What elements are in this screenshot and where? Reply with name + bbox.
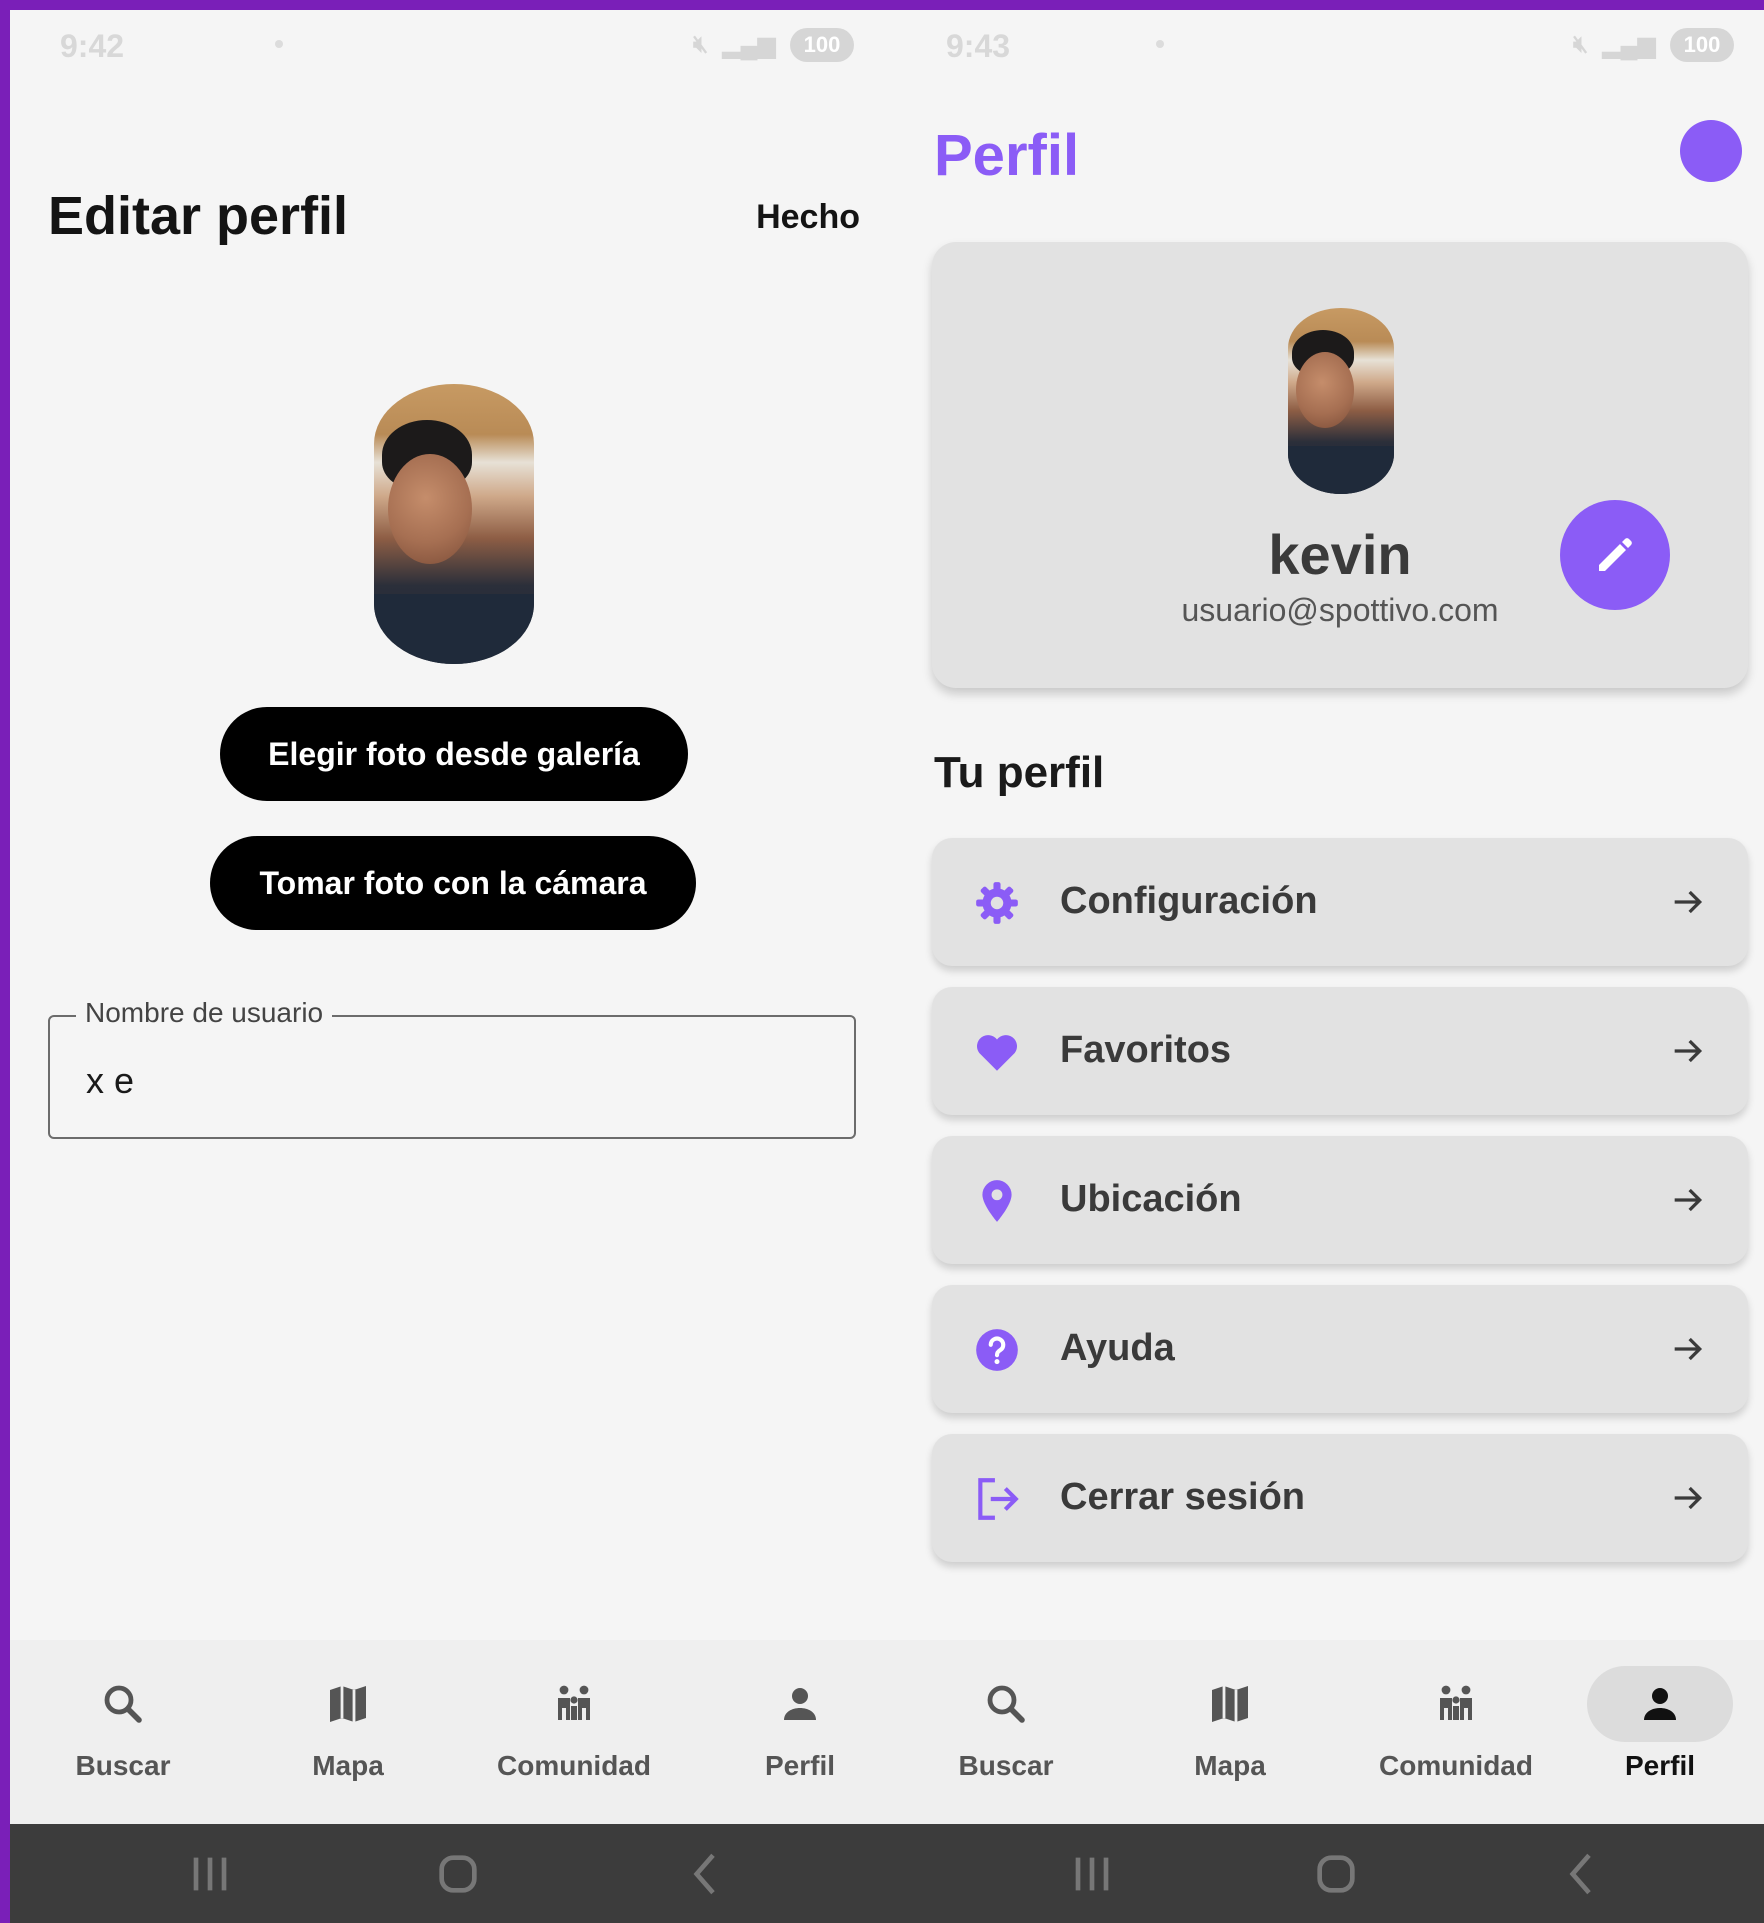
menu-item-ayuda[interactable]: Ayuda xyxy=(932,1285,1748,1413)
nav-comunidad[interactable]: Comunidad xyxy=(474,1640,674,1824)
nav-label: Buscar xyxy=(75,1750,171,1781)
nav-mapa[interactable]: Mapa xyxy=(1130,1640,1330,1824)
battery-icon: 100 xyxy=(1670,28,1734,62)
status-time: 9:43 xyxy=(946,28,1011,64)
person-icon xyxy=(1644,1688,1676,1720)
nav-buscar[interactable]: Buscar xyxy=(906,1640,1106,1824)
notification-dot-icon xyxy=(275,40,283,48)
person-icon xyxy=(784,1688,816,1720)
profile-photo xyxy=(374,384,534,664)
status-time: 9:42 xyxy=(60,28,125,64)
menu-item-label: Cerrar sesión xyxy=(1060,1476,1306,1518)
username-label: Nombre de usuario xyxy=(76,997,333,1029)
avatar[interactable] xyxy=(1680,120,1742,182)
take-photo-button[interactable]: Tomar foto con la cámara xyxy=(210,836,696,930)
profile-card: kevin usuario@spottivo.com xyxy=(932,242,1748,688)
done-button[interactable]: Hecho xyxy=(756,198,860,237)
nav-label: Comunidad xyxy=(497,1750,651,1781)
username-input[interactable] xyxy=(84,1059,788,1103)
nav-label: Perfil xyxy=(764,1750,836,1781)
menu-item-ubicacion[interactable]: Ubicación xyxy=(932,1136,1748,1264)
menu-item-favoritos[interactable]: Favoritos xyxy=(932,987,1748,1115)
menu-item-label: Configuración xyxy=(1060,880,1318,922)
nav-buscar[interactable]: Buscar xyxy=(23,1640,223,1824)
menu-item-cerrar-sesion[interactable]: Cerrar sesión xyxy=(932,1434,1748,1562)
nav-mapa[interactable]: Mapa xyxy=(248,1640,448,1824)
nav-label: Mapa xyxy=(312,1750,384,1781)
page-title: Editar perfil xyxy=(48,186,349,246)
system-navigation-bar xyxy=(894,1824,1764,1923)
back-icon[interactable] xyxy=(678,1846,734,1902)
arrow-right-icon xyxy=(1674,1188,1703,1212)
profile-photo xyxy=(1288,308,1394,494)
gear-icon xyxy=(976,882,1018,924)
bottom-navigation: Buscar Mapa Comunidad Perfil xyxy=(894,1640,1764,1824)
recent-apps-icon[interactable] xyxy=(182,1846,238,1902)
arrow-right-icon xyxy=(1674,890,1703,914)
menu-item-configuracion[interactable]: Configuración xyxy=(932,838,1748,966)
help-icon xyxy=(976,1329,1018,1371)
nav-label: Mapa xyxy=(1194,1750,1266,1781)
nav-comunidad[interactable]: Comunidad xyxy=(1356,1640,1556,1824)
status-icons: 🔇︎ ▂▄▆ 100 xyxy=(693,28,854,62)
menu-item-label: Ayuda xyxy=(1060,1327,1175,1369)
status-icons: 🔇︎ ▂▄▆ 100 xyxy=(1573,28,1734,62)
arrow-right-icon xyxy=(1674,1486,1703,1510)
home-icon[interactable] xyxy=(430,1846,486,1902)
profile-screen: 9:43 🔇︎ ▂▄▆ 100 Perfil kevin usuario@spo… xyxy=(894,10,1764,1923)
nav-label: Perfil xyxy=(1624,1750,1696,1781)
nav-perfil[interactable]: Perfil xyxy=(1560,1640,1760,1824)
mute-icon: 🔇︎ xyxy=(692,31,709,58)
pencil-icon xyxy=(1599,538,1632,571)
nav-label: Buscar xyxy=(958,1750,1054,1781)
search-icon xyxy=(104,1685,142,1723)
signal-icon: ▂▄▆ xyxy=(1602,31,1656,59)
community-icon xyxy=(1440,1685,1472,1720)
edit-profile-button[interactable] xyxy=(1560,500,1670,610)
username-field: Nombre de usuario xyxy=(48,997,856,1139)
section-title: Tu perfil xyxy=(934,748,1105,797)
edit-profile-screen: 9:42 🔇︎ ▂▄▆ 100 Editar perfil Hecho Eleg… xyxy=(10,10,894,1923)
bottom-navigation: Buscar Mapa Comunidad Perfil xyxy=(10,1640,894,1824)
system-navigation-bar xyxy=(10,1824,894,1923)
community-icon xyxy=(558,1685,590,1720)
arrow-right-icon xyxy=(1674,1039,1703,1063)
page-title: Perfil xyxy=(934,123,1080,188)
menu-item-label: Favoritos xyxy=(1060,1029,1232,1071)
mute-icon: 🔇︎ xyxy=(1572,31,1589,58)
nav-perfil[interactable]: Perfil xyxy=(700,1640,894,1824)
choose-from-gallery-button[interactable]: Elegir foto desde galería xyxy=(220,707,688,801)
status-bar: 9:42 🔇︎ ▂▄▆ 100 xyxy=(10,28,894,68)
active-indicator xyxy=(1587,1666,1733,1742)
recent-apps-icon[interactable] xyxy=(1064,1846,1120,1902)
battery-icon: 100 xyxy=(790,28,854,62)
map-icon xyxy=(1212,1686,1248,1722)
search-icon xyxy=(987,1685,1025,1723)
nav-label: Comunidad xyxy=(1379,1750,1533,1781)
arrow-right-icon xyxy=(1674,1337,1703,1361)
home-icon[interactable] xyxy=(1308,1846,1364,1902)
signal-icon: ▂▄▆ xyxy=(722,31,776,59)
logout-icon xyxy=(978,1478,1019,1520)
status-bar: 9:43 🔇︎ ▂▄▆ 100 xyxy=(894,28,1764,68)
back-icon[interactable] xyxy=(1554,1846,1610,1902)
location-pin-icon xyxy=(982,1180,1012,1222)
notification-dot-icon xyxy=(1156,40,1164,48)
menu-item-label: Ubicación xyxy=(1060,1178,1242,1220)
map-icon xyxy=(330,1686,366,1722)
heart-icon xyxy=(976,1035,1018,1071)
